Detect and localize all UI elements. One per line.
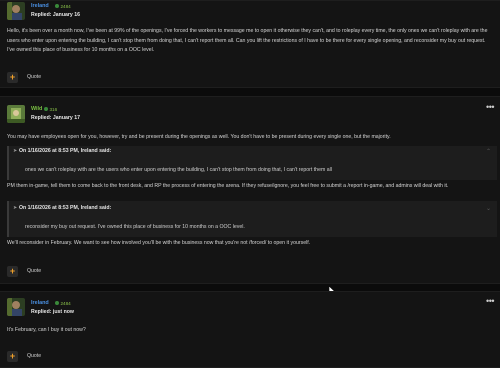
reaction-add-button[interactable]: + xyxy=(7,351,18,362)
reputation-badge: 2484 xyxy=(55,4,71,9)
username[interactable]: Ireland xyxy=(31,3,49,9)
quote-block-2: ➤ On 1/16/2026 at 8:53 PM, Ireland said:… xyxy=(7,201,497,237)
reaction-add-button[interactable]: + xyxy=(7,72,18,83)
replied-date: Replied: just now xyxy=(31,309,74,315)
reputation-icon xyxy=(44,107,48,112)
reputation-icon xyxy=(55,4,59,9)
post-outro: We'll reconsider in February. We want to… xyxy=(7,240,311,246)
post-body: Hello, it's been over a month now, I've … xyxy=(7,28,488,54)
quote-arrow-icon[interactable]: ➤ xyxy=(13,205,17,211)
reputation-count: 2484 xyxy=(60,300,71,306)
post-menu-icon[interactable]: ••• xyxy=(486,297,494,306)
post-2: ••• Wild 316 Replied: January 17 You may… xyxy=(0,96,500,284)
quote-text: reconsider my buy out request. I've owne… xyxy=(25,224,245,230)
quote-arrow-icon[interactable]: ➤ xyxy=(13,148,17,154)
reputation-badge: 316 xyxy=(44,107,57,112)
post-3: ••• Ireland 2484 Replied: just now It's … xyxy=(0,291,500,368)
quote-button[interactable]: Quote xyxy=(27,74,41,80)
chevron-up-icon[interactable]: ⌃ xyxy=(486,148,491,155)
post-middle: PM them in-game, tell them to come back … xyxy=(7,183,449,189)
quote-text: ones we can't roleplay with are the user… xyxy=(25,167,332,173)
reputation-badge: 2484 xyxy=(55,301,71,306)
post-body: It's February, can I buy it out now? xyxy=(7,327,86,333)
chevron-down-icon[interactable]: ⌄ xyxy=(486,205,491,212)
quote-header[interactable]: On 1/16/2026 at 8:53 PM, Ireland said: xyxy=(19,148,111,154)
post-intro: You may have employees open for you, how… xyxy=(7,134,391,140)
replied-date: Replied: January 17 xyxy=(31,115,81,121)
quote-button[interactable]: Quote xyxy=(27,353,41,359)
post-1: Ireland 2484 Replied: January 16 Hello, … xyxy=(0,0,500,88)
replied-date: Replied: January 16 xyxy=(31,12,81,18)
reputation-icon xyxy=(55,301,59,306)
post-menu-icon[interactable]: ••• xyxy=(486,103,494,112)
reputation-count: 2484 xyxy=(60,3,71,9)
avatar[interactable] xyxy=(7,298,25,316)
quote-header[interactable]: On 1/16/2026 at 8:53 PM, Ireland said: xyxy=(19,205,111,211)
quote-button[interactable]: Quote xyxy=(27,268,41,274)
reputation-count: 316 xyxy=(49,106,58,112)
username[interactable]: Wild xyxy=(31,106,42,112)
reaction-add-button[interactable]: + xyxy=(7,266,18,277)
avatar[interactable] xyxy=(7,105,25,123)
quote-block-1: ➤ On 1/16/2026 at 8:53 PM, Ireland said:… xyxy=(7,146,497,180)
avatar[interactable] xyxy=(7,2,25,20)
username[interactable]: Ireland xyxy=(31,300,49,306)
